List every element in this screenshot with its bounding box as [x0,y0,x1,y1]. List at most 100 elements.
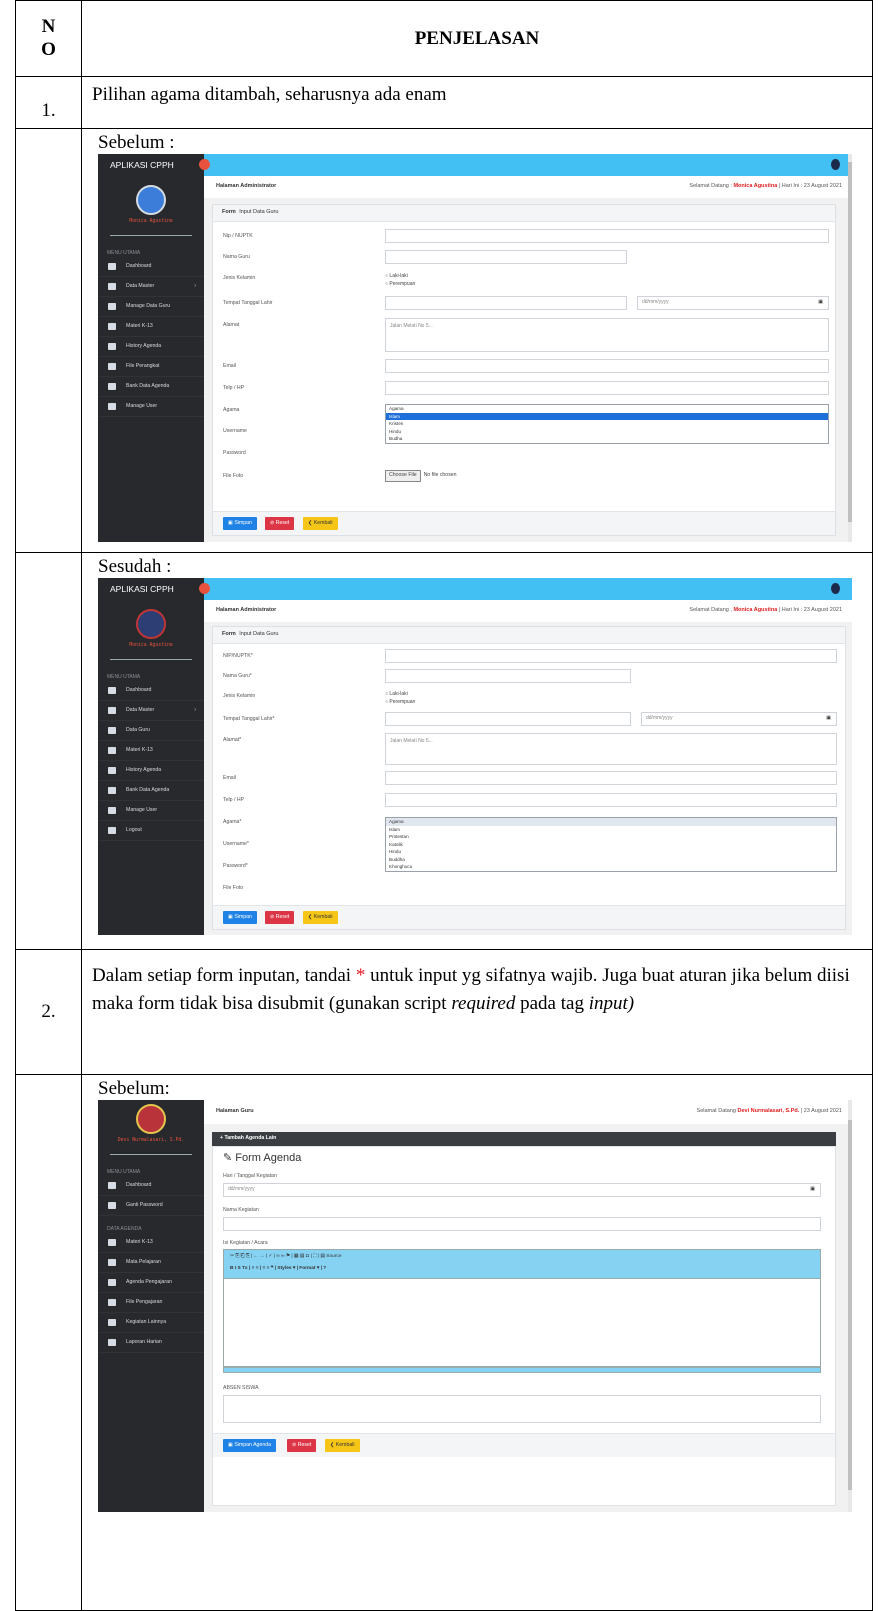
agama-option[interactable]: Hindu [386,428,828,436]
agama-select[interactable]: Agama Islam Kristen Hindu Budha [385,404,829,444]
editor-content-area[interactable] [223,1279,821,1367]
agama-option[interactable]: Hindu [386,848,836,856]
field-label: Isi Kegiatan / Acara [223,1240,268,1246]
telp-input[interactable] [385,381,829,395]
sidebar-item-history-agenda[interactable]: History Agenda [98,761,204,782]
add-agenda-button[interactable]: + Tambah Agenda Lain [212,1132,836,1146]
save-agenda-button[interactable]: ▣ Simpan Agenda [223,1439,276,1452]
agama-option[interactable]: Islam [386,826,836,834]
scrollbar[interactable] [848,1100,852,1512]
reset-button[interactable]: ⊘ Reset [287,1439,317,1452]
page-title: Halaman Administrator [216,183,277,190]
page-title: Halaman Administrator [216,607,277,614]
agama-option[interactable]: Islam [386,412,828,420]
sidebar-item-logout[interactable]: Logout [98,821,204,842]
sidebar-item-history-agenda[interactable]: History Agenda [98,337,204,358]
alamat-textarea[interactable]: Jalan Melati No 5... [385,733,837,765]
calendar-icon: ▣ [818,299,823,306]
editor-toolbar[interactable]: ✂ ⎘ ⎗ ⎘ | ← → | ✓ | ∞ ∞ ⚑ | ▦ ▤ Ω | ⛶ | … [223,1249,821,1279]
back-button[interactable]: ❮ Kembali [325,1439,360,1452]
sidebar-item-data-master[interactable]: Data Master › [98,277,204,298]
sidebar-item-laporan-harian[interactable]: Laporan Harian [98,1333,204,1354]
nama-guru-input[interactable] [385,250,627,264]
gender-radio-group[interactable]: ○ Laki-laki ○ Perempuan [385,690,415,706]
gears-icon [108,283,116,291]
agama-option[interactable]: Agama [386,405,828,413]
scrollbar[interactable] [848,154,852,542]
field-label: Nama Guru [223,254,250,260]
tempat-lahir-input[interactable] [385,296,627,310]
save-button[interactable]: ▣ Simpan [223,911,257,924]
nama-guru-input[interactable] [385,669,631,683]
sidebar-item-dashboard[interactable]: Dashboard [98,681,204,702]
sidebar-item-materi[interactable]: Materi K-13 [98,317,204,338]
email-input[interactable] [385,359,829,373]
sidebar-item-dashboard[interactable]: Dashboard [98,1176,204,1197]
agama-select[interactable]: Agama Islam Protestan Katolik Hindu Budd… [385,817,837,872]
file-foto-input[interactable]: Choose File No file chosen [385,470,457,482]
page-header: Halaman Administrator Selamat Datang , M… [204,600,852,622]
sidebar-item-kegiatan-lainnya[interactable]: Kegiatan Lainnya [98,1313,204,1334]
greeting: Selamat Datang : Monica Agustina | Hari … [689,183,842,190]
tanggal-lahir-input[interactable]: dd/mm/yyyy ▣ [641,712,837,726]
reset-button[interactable]: ⊘ Reset [265,517,295,530]
reset-button[interactable]: ⊘ Reset [265,911,295,924]
sidebar-item-manage-data-guru[interactable]: Manage Data Guru [98,297,204,318]
sidebar-item-materi[interactable]: Materi K-13 [98,741,204,762]
user-menu-icon[interactable] [831,159,840,170]
folder-icon [108,1239,116,1247]
calendar-icon [108,383,116,391]
save-button[interactable]: ▣ Simpan [223,517,257,530]
sidebar-item-agenda-pengajaran[interactable]: Agenda Pengajaran [98,1273,204,1294]
agama-option[interactable]: Kristen [386,420,828,428]
agama-option[interactable]: Khonghucu [386,863,836,871]
agama-option[interactable]: Katolik [386,841,836,849]
calendar-icon: ▣ [826,715,831,722]
alamat-textarea[interactable]: Jalan Melati No 5... [385,318,829,352]
sidebar-item-mata-pelajaran[interactable]: Mata Pelajaran [98,1253,204,1274]
field-label: Jenis Kelamin [223,693,256,699]
agama-option[interactable]: Buddha [386,856,836,864]
agama-option[interactable]: Agama [386,818,836,826]
header-no-line2: O [41,38,56,60]
gears-icon [108,707,116,715]
avatar [136,609,166,639]
sidebar-item-manage-user[interactable]: Manage User [98,801,204,822]
nip-input[interactable] [385,229,829,243]
sidebar-item-file-pengajaran[interactable]: File Pengajaran [98,1293,204,1314]
sidebar-item-materi[interactable]: Materi K-13 [98,1233,204,1254]
tanggal-kegiatan-input[interactable]: dd/mm/yyyy ▣ [223,1183,821,1197]
email-input[interactable] [385,771,837,785]
field-label: File Foto [223,473,244,479]
back-button[interactable]: ❮ Kembali [303,517,338,530]
page-header: Halaman Guru Selamat Datang Devi Nurmala… [204,1100,852,1124]
absen-siswa-textarea[interactable] [223,1395,821,1423]
sidebar-item-file-perangkat[interactable]: File Perangkat [98,357,204,378]
user-menu-icon[interactable] [831,583,840,594]
sidebar-item-data-guru[interactable]: Data Guru [98,721,204,742]
tempat-lahir-input[interactable] [385,712,631,726]
sidebar-toggle-button[interactable] [199,159,210,170]
book-icon [108,1259,116,1267]
sidebar-item-bank-data-agenda[interactable]: Bank Data Agenda [98,377,204,398]
nip-input[interactable] [385,649,837,663]
app-brand: APLIKASI CPPH [110,159,174,170]
page-header: Halaman Administrator Selamat Datang : M… [204,176,852,198]
item-1-after-row: Sesudah : APLIKASI CPPH Monica Agustina … [15,553,873,950]
app-brand: APLIKASI CPPH [110,583,174,594]
back-button[interactable]: ❮ Kembali [303,911,338,924]
sidebar-username: Monica Agustina [129,643,173,648]
sidebar-item-ganti-password[interactable]: Ganti Password [98,1196,204,1217]
sidebar-item-dashboard[interactable]: Dashboard [98,257,204,278]
sidebar-toggle-button[interactable] [199,583,210,594]
telp-input[interactable] [385,793,837,807]
calendar-icon: ▣ [810,1186,815,1193]
tanggal-lahir-input[interactable]: dd/mm/yyyy ▣ [637,296,829,310]
sidebar-item-bank-data-agenda[interactable]: Bank Data Agenda [98,781,204,802]
agama-option[interactable]: Budha [386,435,828,443]
nama-kegiatan-input[interactable] [223,1217,821,1231]
gender-radio-group[interactable]: ○ Laki-laki ○ Perempuan [385,272,415,288]
sidebar-item-data-master[interactable]: Data Master › [98,701,204,722]
agama-option[interactable]: Protestan [386,833,836,841]
sidebar-item-manage-user[interactable]: Manage User [98,397,204,418]
